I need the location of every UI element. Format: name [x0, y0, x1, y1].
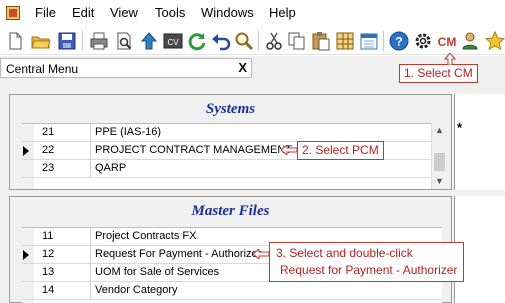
scroll-down-icon[interactable]: ▼: [432, 174, 447, 189]
table-row[interactable]: 14 Vendor Category: [22, 282, 442, 300]
cut-icon[interactable]: [263, 30, 285, 52]
central-menu-tab[interactable]: Central Menu X: [0, 58, 252, 78]
toolbar-separator: [258, 31, 259, 51]
callout-double-click-request: 3. Select and double-click Request for P…: [269, 242, 465, 282]
svg-text:CM: CM: [438, 35, 457, 49]
toolbar: CV ? CM: [0, 27, 505, 55]
row-name: Request For Payment - Authorizer: [90, 246, 261, 263]
app-icon[interactable]: [6, 6, 20, 20]
menu-tools[interactable]: Tools: [155, 5, 185, 21]
row-name: PROJECT CONTRACT MANAGEMENT: [90, 142, 292, 159]
toolbar-separator: [383, 31, 384, 51]
callout-select-pcm: 2. Select PCM: [297, 141, 384, 160]
row-number: 13: [42, 266, 55, 278]
row-name: UOM for Sale of Services: [90, 264, 219, 281]
calendar-icon[interactable]: [358, 30, 380, 52]
systems-section: Systems 21 PPE (IAS-16) 22 PROJECT CONTR…: [9, 94, 452, 190]
print-preview-icon[interactable]: [113, 30, 135, 52]
table-row[interactable]: 23 QARP: [22, 160, 442, 178]
callout-select-cm: 1. Select CM: [399, 64, 478, 83]
paste-icon[interactable]: [310, 30, 332, 52]
undo-icon[interactable]: [210, 30, 232, 52]
scroll-up-icon[interactable]: ▲: [432, 123, 447, 138]
row-name: Vendor Category: [90, 282, 178, 299]
cv-icon[interactable]: CV: [162, 30, 184, 52]
row-number: 22: [42, 144, 55, 156]
row-number: 14: [42, 284, 55, 296]
menu-help[interactable]: Help: [269, 5, 296, 21]
svg-text:?: ?: [395, 35, 402, 49]
gear-icon[interactable]: [412, 30, 434, 52]
user-icon[interactable]: [460, 30, 482, 52]
row-name: PPE (IAS-16): [90, 124, 161, 141]
row-name: QARP: [90, 160, 126, 177]
new-row-marker: *: [457, 120, 463, 135]
menu-view[interactable]: View: [110, 5, 138, 21]
print-icon[interactable]: [88, 30, 110, 52]
row-number: 23: [42, 162, 55, 174]
grid-icon[interactable]: [334, 30, 356, 52]
menu-windows[interactable]: Windows: [201, 5, 254, 21]
callout-arrow-icon: [253, 249, 269, 259]
svg-text:CV: CV: [167, 38, 179, 47]
save-icon[interactable]: [56, 30, 78, 52]
right-grid-panel: *: [454, 94, 505, 190]
central-menu-title: Central Menu: [6, 62, 79, 76]
star-icon[interactable]: [484, 30, 505, 52]
row-number: 12: [42, 248, 55, 260]
menu-edit[interactable]: Edit: [72, 5, 94, 21]
callout-arrow-icon: [444, 53, 456, 65]
upload-arrow-icon[interactable]: [138, 30, 160, 52]
search-magnifier-icon[interactable]: [233, 30, 255, 52]
open-folder-icon[interactable]: [30, 30, 52, 52]
row-name: Project Contracts FX: [90, 228, 196, 245]
systems-title: Systems: [205, 101, 256, 117]
callout-line-1: 3. Select and double-click: [276, 246, 413, 260]
table-row[interactable]: 21 PPE (IAS-16): [22, 124, 442, 142]
cm-icon[interactable]: CM: [436, 30, 458, 52]
help-icon[interactable]: ?: [388, 30, 410, 52]
new-document-icon[interactable]: [4, 30, 26, 52]
callout-arrow-icon: [281, 145, 297, 155]
callout-line-2: Request for Payment - Authorizer: [280, 263, 458, 277]
menu-bar: File Edit View Tools Windows Help: [0, 0, 505, 26]
current-row-indicator-icon: [23, 146, 29, 156]
refresh-icon[interactable]: [186, 30, 208, 52]
close-icon[interactable]: X: [238, 60, 247, 75]
copy-icon[interactable]: [286, 30, 308, 52]
current-row-indicator-icon: [23, 250, 29, 260]
systems-scrollbar[interactable]: ▲ ▼: [431, 123, 446, 189]
scroll-thumb[interactable]: [434, 153, 445, 171]
menu-file[interactable]: File: [35, 5, 56, 21]
row-number: 11: [42, 230, 54, 242]
master-files-title: Master Files: [191, 203, 270, 219]
row-number: 21: [42, 126, 55, 138]
toolbar-separator: [82, 31, 83, 51]
